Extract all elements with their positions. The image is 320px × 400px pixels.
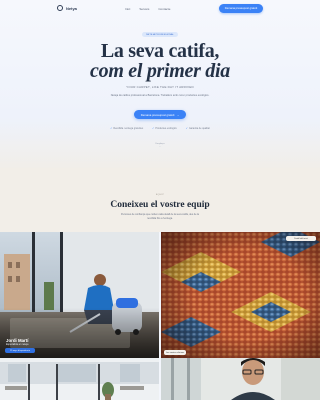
feature-label: Garantia de qualitat bbox=[188, 127, 210, 130]
feature-item: ✓ Garantia de qualitat bbox=[186, 127, 210, 130]
office-photo bbox=[0, 358, 159, 400]
nav-links: Inici Serveis Contacte bbox=[125, 7, 170, 11]
feature-item: ✓ Productes ecològics bbox=[152, 127, 177, 130]
rug-texture-photo bbox=[161, 232, 320, 358]
team-member-role: Especialista en neteja bbox=[6, 344, 29, 346]
texture-tag: Detall del teixit bbox=[286, 236, 316, 241]
experience-badge: 15 anys d'experiència bbox=[5, 348, 35, 353]
hero-title-italic: com el primer dia bbox=[90, 60, 230, 82]
brand-logo[interactable]: Netya bbox=[57, 5, 77, 11]
team-title: Coneixeu el vostre equip bbox=[110, 200, 210, 210]
hero-description: Neteja de catifes professional a Barcelo… bbox=[110, 94, 210, 97]
team-kicker: EQUIP bbox=[155, 194, 165, 196]
scroll-indicator[interactable]: Desplaça ⌄ bbox=[150, 143, 170, 149]
arrow-right-icon: → bbox=[176, 112, 180, 117]
hero-quote-label: Demana pressupost gratuït bbox=[140, 112, 175, 117]
logo-icon bbox=[57, 5, 63, 11]
office-tag: Les nostres oficines bbox=[164, 350, 186, 355]
nav-link-contacte[interactable]: Contacte bbox=[158, 7, 170, 11]
nav-quote-button[interactable]: Demana pressupost gratuït bbox=[219, 4, 263, 13]
team-section: EQUIP Coneixeu el vostre equip Persones … bbox=[0, 168, 320, 232]
hero-tagline: YOUR CARPET, LIKE THE DAY IT ARRIVED bbox=[126, 85, 194, 89]
brand-name: Netya bbox=[66, 5, 77, 11]
nav-link-serveis[interactable]: Serveis bbox=[139, 7, 149, 11]
team-member-photo bbox=[161, 358, 320, 400]
check-icon: ✓ bbox=[152, 127, 155, 130]
top-navigation: Netya Inici Serveis Contacte Demana pres… bbox=[0, 0, 320, 18]
feature-label: Productes ecològics bbox=[155, 127, 177, 130]
hero-section: Netya Inici Serveis Contacte Demana pres… bbox=[0, 0, 320, 168]
hero-badge: NETEJA PROFESSIONAL bbox=[142, 32, 178, 37]
feature-label: Recollida i entrega gratuïtes bbox=[113, 127, 144, 130]
chevron-down-icon: ⌄ bbox=[159, 146, 161, 148]
check-icon: ✓ bbox=[185, 127, 188, 130]
check-icon: ✓ bbox=[110, 127, 113, 130]
feature-item: ✓ Recollida i entrega gratuïtes bbox=[110, 127, 143, 130]
hero-quote-button[interactable]: Demana pressupost gratuït → bbox=[134, 110, 186, 119]
team-member-name: Jordi Martí bbox=[6, 338, 29, 343]
feature-list: ✓ Recollida i entrega gratuïtes ✓ Produc… bbox=[0, 127, 320, 130]
team-description: Persones de confiança que cuiden cada de… bbox=[121, 213, 199, 220]
nav-link-inici[interactable]: Inici bbox=[125, 7, 130, 11]
